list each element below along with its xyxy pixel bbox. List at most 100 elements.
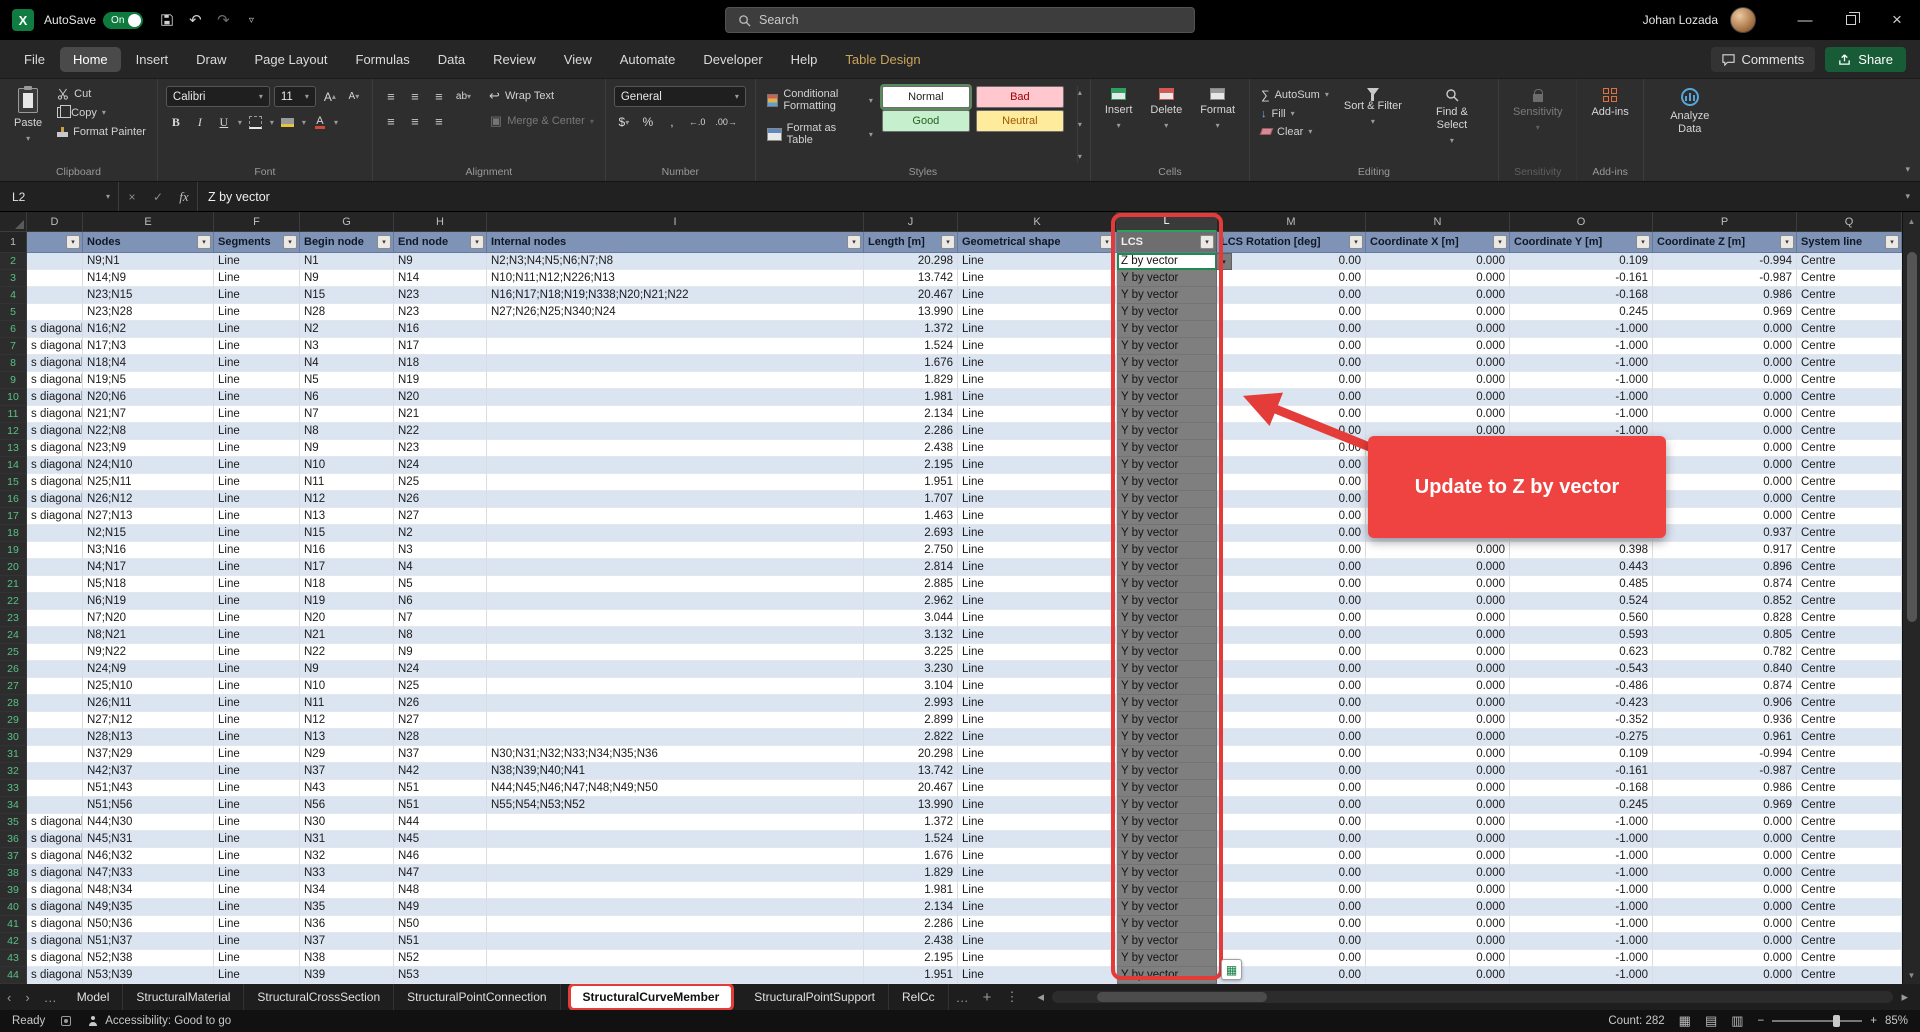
cell-L44[interactable]: Y by vector: [1117, 967, 1217, 984]
cell-M33[interactable]: 0.00: [1217, 780, 1366, 797]
normal-view-button[interactable]: ▦: [1679, 1013, 1691, 1029]
cell-L16[interactable]: Y by vector: [1117, 491, 1217, 508]
cell-O15[interactable]: -1.000: [1510, 474, 1653, 491]
cell-P42[interactable]: 0.000: [1653, 933, 1797, 950]
cell-J37[interactable]: 1.676: [864, 848, 958, 865]
cell-P38[interactable]: 0.000: [1653, 865, 1797, 882]
cell-K22[interactable]: Line: [958, 593, 1117, 610]
filter-button-N[interactable]: ▾: [1493, 235, 1507, 249]
cell-E31[interactable]: N37;N29: [83, 746, 214, 763]
cell-G4[interactable]: N15: [300, 287, 394, 304]
cell-M43[interactable]: 0.00: [1217, 950, 1366, 967]
cell-H16[interactable]: N26: [394, 491, 487, 508]
cell-N43[interactable]: 0.000: [1366, 950, 1510, 967]
cell-E16[interactable]: N26;N12: [83, 491, 214, 508]
share-button[interactable]: Share: [1825, 47, 1906, 72]
cell-H25[interactable]: N9: [394, 644, 487, 661]
cell-D31[interactable]: [27, 746, 83, 763]
cell-J34[interactable]: 13.990: [864, 797, 958, 814]
row-header-22[interactable]: 22: [0, 593, 27, 610]
cell-D10[interactable]: s diagonal: [27, 389, 83, 406]
horizontal-scrollbar[interactable]: [1052, 991, 1894, 1003]
cell-M21[interactable]: 0.00: [1217, 576, 1366, 593]
row-header-19[interactable]: 19: [0, 542, 27, 559]
cell-M31[interactable]: 0.00: [1217, 746, 1366, 763]
cell-I34[interactable]: N55;N54;N53;N52: [487, 797, 864, 814]
cell-J27[interactable]: 3.104: [864, 678, 958, 695]
cell-Q40[interactable]: Centre: [1797, 899, 1902, 916]
decrease-font-button[interactable]: A▾: [344, 87, 364, 107]
cell-L6[interactable]: Y by vector: [1117, 321, 1217, 338]
close-button[interactable]: ×: [1874, 0, 1920, 40]
autosum-button[interactable]: ∑AutoSum▾: [1258, 86, 1332, 103]
cell-D22[interactable]: [27, 593, 83, 610]
cell-J43[interactable]: 2.195: [864, 950, 958, 967]
cell-I19[interactable]: [487, 542, 864, 559]
cell-Q22[interactable]: Centre: [1797, 593, 1902, 610]
cell-J24[interactable]: 3.132: [864, 627, 958, 644]
cell-P33[interactable]: 0.986: [1653, 780, 1797, 797]
cell-F34[interactable]: Line: [214, 797, 300, 814]
cell-O8[interactable]: -1.000: [1510, 355, 1653, 372]
cell-F43[interactable]: Line: [214, 950, 300, 967]
cell-Q3[interactable]: Centre: [1797, 270, 1902, 287]
cell-N7[interactable]: 0.000: [1366, 338, 1510, 355]
column-header-D[interactable]: D: [27, 212, 83, 232]
cell-K41[interactable]: Line: [958, 916, 1117, 933]
cell-K20[interactable]: Line: [958, 559, 1117, 576]
cell-N38[interactable]: 0.000: [1366, 865, 1510, 882]
cell-H21[interactable]: N5: [394, 576, 487, 593]
cell-P41[interactable]: 0.000: [1653, 916, 1797, 933]
column-header-J[interactable]: J: [864, 212, 958, 232]
collapse-ribbon-button[interactable]: ▾: [1905, 164, 1910, 175]
cell-Q23[interactable]: Centre: [1797, 610, 1902, 627]
cell-M12[interactable]: 0.00: [1217, 423, 1366, 440]
cell-K40[interactable]: Line: [958, 899, 1117, 916]
cell-L37[interactable]: Y by vector: [1117, 848, 1217, 865]
row-header-38[interactable]: 38: [0, 865, 27, 882]
cell-N26[interactable]: 0.000: [1366, 661, 1510, 678]
cell-E2[interactable]: N9;N1: [83, 253, 214, 270]
cell-N6[interactable]: 0.000: [1366, 321, 1510, 338]
cell-P25[interactable]: 0.782: [1653, 644, 1797, 661]
italic-button[interactable]: I: [190, 112, 210, 132]
underline-button[interactable]: U: [214, 112, 234, 132]
cell-I15[interactable]: [487, 474, 864, 491]
cell-H20[interactable]: N4: [394, 559, 487, 576]
cell-K30[interactable]: Line: [958, 729, 1117, 746]
header-cell-L[interactable]: LCS▾: [1117, 232, 1217, 253]
cell-style-normal[interactable]: Normal: [882, 86, 970, 108]
cell-N2[interactable]: 0.000: [1366, 253, 1510, 270]
sheet-tab-structuralpointsupport[interactable]: StructuralPointSupport: [741, 984, 889, 1010]
cell-J11[interactable]: 2.134: [864, 406, 958, 423]
increase-font-button[interactable]: A▴: [320, 87, 340, 107]
row-header-20[interactable]: 20: [0, 559, 27, 576]
cell-I33[interactable]: N44;N45;N46;N47;N48;N49;N50: [487, 780, 864, 797]
row-header-35[interactable]: 35: [0, 814, 27, 831]
cell-H3[interactable]: N14: [394, 270, 487, 287]
cell-P18[interactable]: 0.937: [1653, 525, 1797, 542]
cell-F37[interactable]: Line: [214, 848, 300, 865]
cell-N36[interactable]: 0.000: [1366, 831, 1510, 848]
cell-F44[interactable]: Line: [214, 967, 300, 984]
cell-L34[interactable]: Y by vector: [1117, 797, 1217, 814]
scroll-up-arrow[interactable]: ▲: [1903, 212, 1920, 230]
number-format-combo[interactable]: General ▾: [614, 86, 746, 107]
cell-I27[interactable]: [487, 678, 864, 695]
filter-button-O[interactable]: ▾: [1636, 235, 1650, 249]
cell-I7[interactable]: [487, 338, 864, 355]
cell-D5[interactable]: [27, 304, 83, 321]
cell-O11[interactable]: -1.000: [1510, 406, 1653, 423]
accounting-format-button[interactable]: $▾: [614, 112, 634, 132]
cell-L36[interactable]: Y by vector: [1117, 831, 1217, 848]
ribbon-tab-insert[interactable]: Insert: [123, 47, 182, 72]
cell-N9[interactable]: 0.000: [1366, 372, 1510, 389]
cell-L13[interactable]: Y by vector: [1117, 440, 1217, 457]
cell-D17[interactable]: s diagonal: [27, 508, 83, 525]
cell-style-neutral[interactable]: Neutral: [976, 110, 1064, 132]
cell-N20[interactable]: 0.000: [1366, 559, 1510, 576]
cell-J39[interactable]: 1.981: [864, 882, 958, 899]
cell-D12[interactable]: s diagonal: [27, 423, 83, 440]
cell-F22[interactable]: Line: [214, 593, 300, 610]
cell-P44[interactable]: 0.000: [1653, 967, 1797, 984]
